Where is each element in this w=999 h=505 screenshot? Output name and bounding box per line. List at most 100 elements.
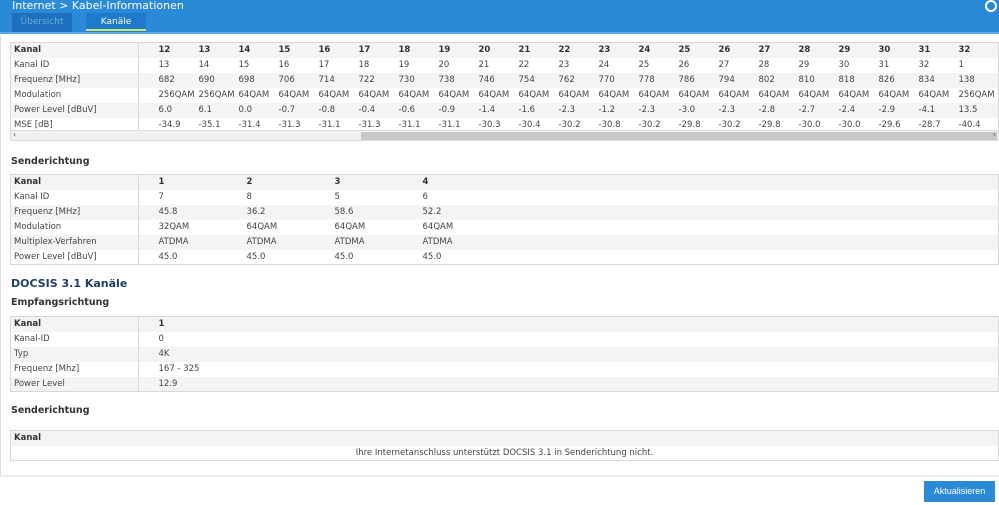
- cell: 31: [915, 42, 956, 58]
- cell: 746: [475, 72, 516, 88]
- table-row: Frequenz [MHz] 45.8 36.2 58.6 52.2: [10, 204, 999, 220]
- cell: 64QAM: [558, 90, 590, 100]
- cell: -2.4: [835, 102, 876, 118]
- cell: 16: [278, 60, 290, 70]
- cell: -1.2: [595, 102, 636, 118]
- cell: ATDMA: [419, 234, 508, 250]
- cell: 32: [955, 42, 996, 58]
- cell: 138: [955, 72, 996, 88]
- cell: -0.4: [355, 102, 396, 118]
- cell: 29: [835, 42, 876, 58]
- cell: 64QAM: [398, 90, 430, 100]
- cell: 730: [395, 72, 436, 88]
- cell: 64QAM: [422, 222, 454, 232]
- cell: 738: [435, 72, 476, 88]
- cell: 36.2: [243, 204, 332, 220]
- cell: 64QAM: [678, 90, 710, 100]
- cell: 25: [675, 42, 716, 58]
- help-icon[interactable]: [985, 0, 997, 12]
- cell: 28: [758, 60, 770, 70]
- cell: 64QAM: [478, 90, 510, 100]
- cell: 6.1: [195, 102, 236, 118]
- cell: 45.0: [158, 251, 178, 262]
- cell: 0: [158, 334, 164, 344]
- table-row: Kanal ID 7 8 5 6: [10, 189, 999, 205]
- table-row: Multiplex-Verfahren ATDMA ATDMA ATDMA ATDMA: [10, 234, 999, 250]
- row-label: Frequenz [Mhz]: [10, 361, 139, 377]
- cell: 22: [518, 60, 530, 70]
- table-row: Kanal-ID 0: [10, 331, 999, 347]
- cell: 754: [515, 72, 556, 88]
- table-row: Power Level [dBuV] 45.0 45.0 45.0 45.0: [10, 249, 999, 265]
- horizontal-scrollbar[interactable]: ‹ ›: [10, 130, 999, 141]
- cell: 256QAM: [198, 90, 235, 100]
- cell: 30: [838, 60, 850, 70]
- cell: 22: [555, 42, 596, 58]
- cell: 58.6: [331, 204, 420, 220]
- cell: 1: [958, 60, 964, 70]
- cell: 778: [635, 72, 676, 88]
- row-label: Power Level: [10, 376, 139, 392]
- cell: 64QAM: [878, 90, 910, 100]
- docsis30-downstream-table: Kanal 12 13 14 15 16 17 18 19 20 21 22 23 24 25 26 27 28 2…: [10, 42, 999, 133]
- cell: -2.3: [555, 102, 596, 118]
- tab-kanaele[interactable]: Kanäle: [86, 13, 146, 32]
- cell: 24: [598, 60, 610, 70]
- cell: 167 - 325: [158, 364, 200, 374]
- cell: 45.0: [334, 251, 354, 262]
- cell: 15: [238, 60, 250, 70]
- cell: 18: [395, 42, 436, 58]
- cell: 64QAM: [718, 90, 750, 100]
- row-label: Kanal: [10, 174, 139, 190]
- cell: 698: [235, 72, 276, 88]
- docsis31-downstream-table: Kanal 1 Kanal-ID 0 Typ 4K Frequenz [Mhz] 167 - …: [10, 316, 999, 392]
- cell: 818: [835, 72, 876, 88]
- cell: 27: [755, 42, 796, 58]
- cell: 690: [195, 72, 236, 88]
- cell: 24: [635, 42, 676, 58]
- cell: 64QAM: [798, 90, 830, 100]
- cell: -1.4: [475, 102, 516, 118]
- cell: 1: [155, 316, 244, 332]
- header: Internet > Kabel-Informationen Übersicht…: [0, 0, 999, 34]
- cell: 6: [422, 192, 428, 202]
- refresh-button[interactable]: Aktualisieren: [924, 481, 995, 502]
- cell: 12: [155, 42, 196, 58]
- cell: 13: [195, 42, 236, 58]
- scroll-right-icon[interactable]: ›: [993, 130, 996, 139]
- cell: 13.5: [955, 102, 996, 118]
- upstream-heading: Senderichtung: [11, 156, 90, 167]
- cell: 45.0: [246, 251, 266, 262]
- cell: ATDMA: [331, 234, 420, 250]
- cell: 810: [795, 72, 836, 88]
- cell: 714: [315, 72, 356, 88]
- row-label: Typ: [10, 346, 139, 362]
- table-row: Kanal 1 2 3 4: [10, 174, 999, 190]
- scroll-left-icon[interactable]: ‹: [13, 130, 16, 139]
- cell: 64QAM: [758, 90, 790, 100]
- unsupported-message: Ihre Internetanschluss unterstützt DOCSI…: [355, 447, 654, 458]
- cell: 6.0: [155, 102, 196, 118]
- cell: 13: [158, 60, 170, 70]
- cell: 64QAM: [358, 90, 390, 100]
- scrollbar-thumb[interactable]: [361, 132, 997, 140]
- row-label: Modulation: [10, 87, 139, 103]
- tab-uebersicht[interactable]: Übersicht: [12, 13, 72, 32]
- cell: 0.0: [235, 102, 276, 118]
- cell: 64QAM: [838, 90, 870, 100]
- row-label: Power Level [dBuV]: [10, 102, 139, 118]
- cell: 26: [678, 60, 690, 70]
- cell: 16: [315, 42, 356, 58]
- cell: 7: [158, 192, 164, 202]
- cell: ATDMA: [155, 234, 244, 250]
- cell: -2.9: [875, 102, 916, 118]
- cell: 256QAM: [158, 90, 195, 100]
- cell: 17: [355, 42, 396, 58]
- cell: 26: [715, 42, 756, 58]
- cell: 794: [715, 72, 756, 88]
- cell: -0.9: [435, 102, 476, 118]
- cell: 20: [438, 60, 450, 70]
- cell: -2.7: [795, 102, 836, 118]
- cell: 64QAM: [238, 90, 270, 100]
- row-label: Kanal: [10, 316, 139, 332]
